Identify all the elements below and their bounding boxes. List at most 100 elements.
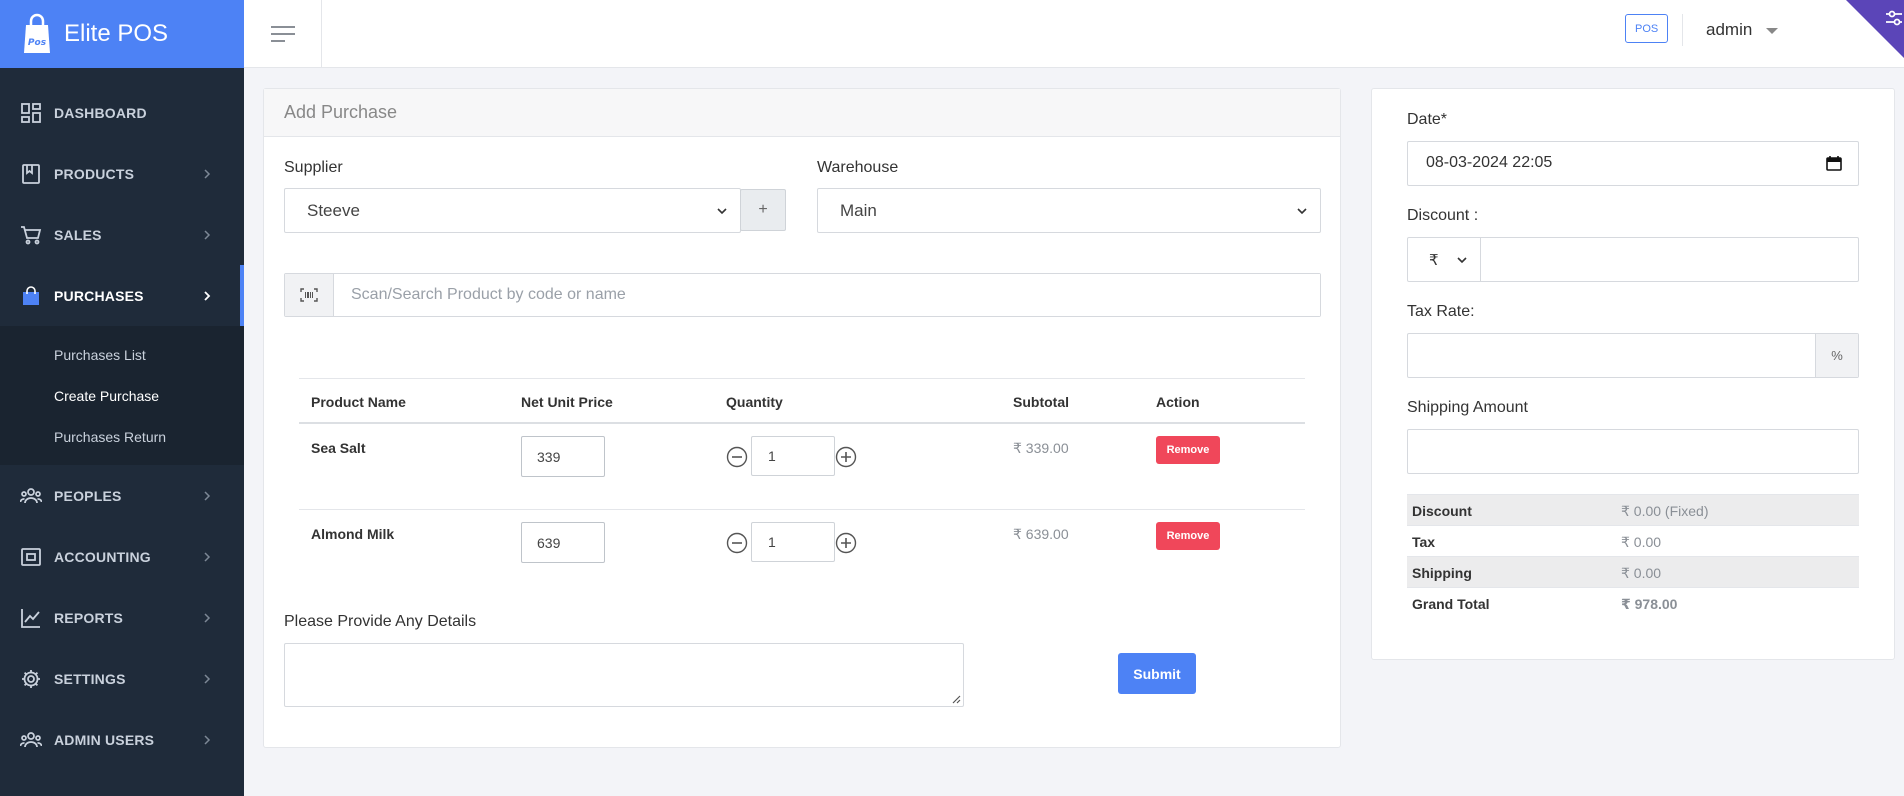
table-header: Product Name Net Unit Price Quantity Sub… [299,378,1305,424]
caret-down-icon[interactable] [1766,28,1778,34]
summary-row-tax: Tax ₹ 0.00 [1407,525,1859,556]
submenu-item-purchases-return[interactable]: Purchases Return [0,416,244,457]
tax-rate-input[interactable]: % [1407,333,1859,378]
purchases-submenu: Purchases List Create Purchase Purchases… [0,326,244,465]
bookmark-icon [20,163,42,185]
user-menu[interactable]: admin [1706,20,1752,40]
col-action: Action [1156,394,1200,410]
calendar-icon[interactable] [1826,155,1842,171]
resize-handle-icon[interactable] [951,694,961,704]
minus-circle-icon[interactable] [726,532,748,554]
chevron-down-icon [1297,207,1307,214]
minus-circle-icon[interactable] [726,446,748,468]
summary-key: Grand Total [1412,596,1490,612]
users-icon [20,729,42,751]
brand[interactable]: Pos Elite POS [0,0,244,68]
gear-icon [20,668,42,690]
add-supplier-button[interactable]: + [740,189,786,231]
product-search [284,273,1321,317]
summary-key: Tax [1412,534,1436,550]
warehouse-label: Warehouse [817,159,899,176]
details-label: Please Provide Any Details [284,613,477,630]
pos-button[interactable]: POS [1625,14,1669,43]
discount-field: ₹ [1407,237,1859,282]
col-product-name: Product Name [311,394,406,410]
submenu-item-create-purchase[interactable]: Create Purchase [0,375,244,416]
sidebar-item-label: REPORTS [54,609,124,626]
chevron-right-icon [204,612,211,623]
details-textarea[interactable] [284,643,964,707]
percent-addon: % [1815,334,1858,377]
shipping-input[interactable] [1407,429,1859,474]
plus-circle-icon[interactable] [835,446,857,468]
warehouse-select-value: Main [840,200,877,220]
sidebar-item-dashboard[interactable]: DASHBOARD [0,82,244,143]
sidebar: Pos Elite POS DASHBOARD PRODUCTS SALES P… [0,0,244,796]
table-row: Sea Salt 339 1 ₹ 339.00 Remove [299,424,1305,510]
summary-value: ₹ 0.00 [1621,534,1662,550]
chevron-right-icon [204,551,211,562]
header-divider [1682,14,1683,46]
sidebar-item-label: SETTINGS [54,670,126,687]
shopping-bag-icon [20,285,42,307]
summary-value: ₹ 0.00 (Fixed) [1621,503,1709,519]
chevron-right-icon [204,290,211,301]
discount-type-select[interactable]: ₹ [1408,238,1481,281]
svg-text:Pos: Pos [28,38,47,48]
barcode-scan-button[interactable] [285,274,334,316]
col-quantity: Quantity [726,394,783,410]
sidebar-item-reports[interactable]: REPORTS [0,587,244,648]
card-title: Add Purchase [264,89,1340,137]
wallet-icon [20,546,42,568]
shopping-bag-logo-icon: Pos [24,13,50,53]
unit-price-input[interactable]: 339 [521,436,605,477]
chevron-right-icon [204,229,211,240]
sidebar-item-purchases[interactable]: PURCHASES [0,265,244,326]
sidebar-item-label: PURCHASES [54,287,144,304]
summary-value: ₹ 978.00 [1621,596,1678,612]
purchase-items-table: Product Name Net Unit Price Quantity Sub… [299,378,1305,596]
sidebar-item-label: ACCOUNTING [54,548,151,565]
submenu-item-purchases-list[interactable]: Purchases List [0,334,244,375]
sidebar-item-admin-users[interactable]: ADMIN USERS [0,709,244,770]
sidebar-item-peoples[interactable]: PEOPLES [0,465,244,526]
plus-circle-icon[interactable] [835,532,857,554]
summary-key: Discount [1412,503,1472,519]
supplier-select-value: Steeve [307,200,360,220]
chevron-right-icon [204,168,211,179]
menu-toggle-button[interactable] [244,0,322,68]
summary-row-discount: Discount ₹ 0.00 (Fixed) [1407,494,1859,525]
subtotal-value: ₹ 339.00 [1013,440,1069,456]
summary-value: ₹ 0.00 [1621,565,1662,581]
summary-row-grand-total: Grand Total ₹ 978.00 [1407,587,1859,618]
submit-button[interactable]: Submit [1118,653,1196,694]
purchase-summary-card: Date* 08-03-2024 22:05 Discount : ₹ Tax … [1371,88,1895,660]
supplier-select[interactable]: Steeve [284,188,741,233]
brand-name: Elite POS [64,20,169,47]
currency-symbol: ₹ [1429,251,1439,269]
customizer-toggle-icon[interactable] [1846,0,1904,58]
chart-line-icon [20,607,42,629]
supplier-label: Supplier [284,159,343,176]
sidebar-item-sales[interactable]: SALES [0,204,244,265]
chevron-right-icon [204,490,211,501]
date-input[interactable]: 08-03-2024 22:05 [1407,141,1859,186]
sidebar-item-products[interactable]: PRODUCTS [0,143,244,204]
people-icon [20,485,42,507]
remove-button[interactable]: Remove [1156,436,1220,464]
totals-table: Discount ₹ 0.00 (Fixed) Tax ₹ 0.00 Shipp… [1407,494,1859,618]
date-label: Date* [1407,111,1448,128]
unit-price-input[interactable]: 639 [521,522,605,563]
cart-icon [20,224,42,246]
col-subtotal: Subtotal [1013,394,1069,410]
quantity-input[interactable]: 1 [751,436,835,476]
chevron-down-icon [717,207,727,214]
sidebar-item-accounting[interactable]: ACCOUNTING [0,526,244,587]
remove-button[interactable]: Remove [1156,522,1220,550]
sidebar-item-settings[interactable]: SETTINGS [0,648,244,709]
subtotal-value: ₹ 639.00 [1013,526,1069,542]
quantity-input[interactable]: 1 [751,522,835,562]
product-search-input[interactable] [334,274,1320,316]
sidebar-item-label: PEOPLES [54,487,122,504]
warehouse-select[interactable]: Main [817,188,1321,233]
